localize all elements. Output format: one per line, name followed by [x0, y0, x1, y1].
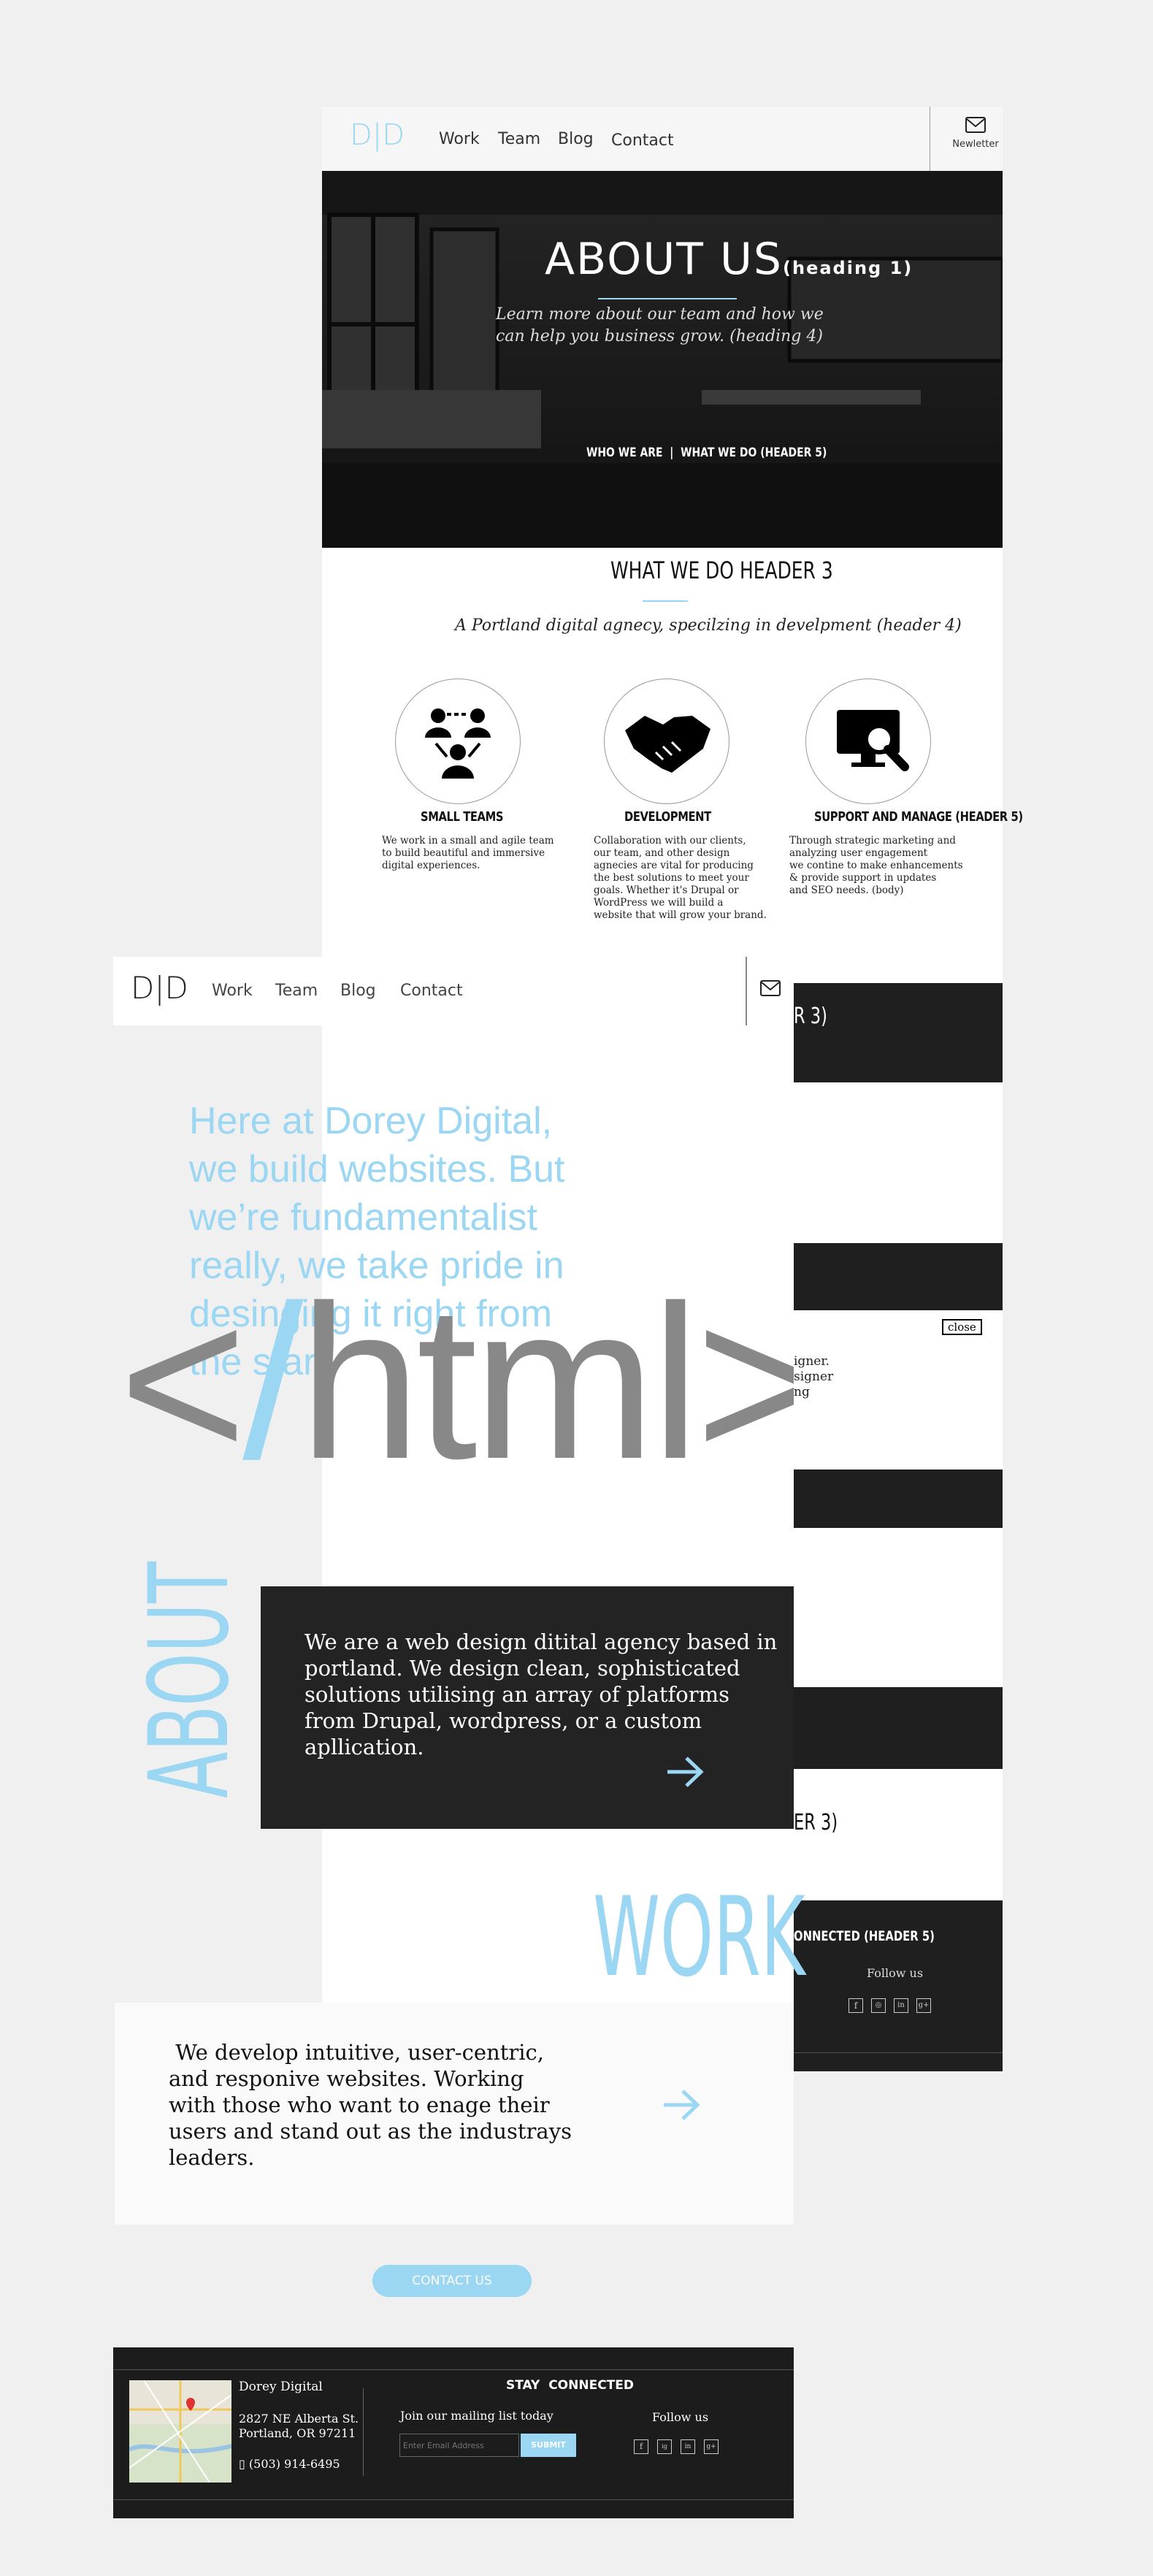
work-card: We develop intuitive, user-centric, and …: [115, 2003, 794, 2225]
back-dark-band-1: [794, 983, 1003, 1082]
front-nav-team[interactable]: Team: [275, 982, 318, 1000]
about-card: We are a web design ditital agency based…: [261, 1586, 794, 1829]
back-footer-divider: [794, 2052, 1003, 2053]
what-we-do-link[interactable]: WHAT WE DO (HEADER 5): [681, 446, 827, 460]
about-text: We are a web design ditital agency based…: [304, 1629, 778, 1759]
hero-banner: ABOUT US(heading 1) Learn more about our…: [322, 171, 1003, 548]
footer-divider: [363, 2388, 364, 2476]
back-social-icons: f ◎ in g+: [849, 1998, 931, 2013]
google-plus-icon[interactable]: g+: [916, 1998, 931, 2013]
front-nav-contact[interactable]: Contact: [400, 982, 463, 1000]
footer-mailing-label: Join our mailing list today: [400, 2409, 553, 2423]
who-we-are-link[interactable]: WHO WE ARE: [586, 446, 663, 460]
service-circle-teams: [395, 679, 521, 804]
front-nav-work[interactable]: Work: [212, 982, 253, 1000]
instagram-icon[interactable]: ig: [657, 2439, 672, 2454]
service-circle-support: [805, 679, 931, 804]
front-footer: Dorey Digital 2827 NE Alberta St. Portla…: [113, 2347, 794, 2518]
hero-underline: [598, 298, 737, 299]
footer-stay-connected: STAY CONNECTED: [506, 2378, 634, 2393]
service-title-support: SUPPORT AND MANAGE (HEADER 5): [814, 809, 1023, 825]
front-nav-blog[interactable]: Blog: [340, 982, 376, 1000]
facebook-icon[interactable]: f: [849, 1998, 863, 2013]
newsletter-label: Newletter: [952, 139, 999, 150]
service-body-support: Through strategic marketing and analyzin…: [789, 835, 963, 896]
front-nav-divider: [746, 957, 747, 1025]
front-logo[interactable]: D|D: [131, 970, 188, 1006]
monitor-search-icon: [837, 710, 909, 771]
front-navbar: D|D Work Team Blog Contact: [113, 957, 794, 1025]
front-newsletter-button[interactable]: [759, 979, 781, 1001]
tag-open: <: [119, 1280, 247, 1505]
service-body-development: Collaboration with our clients, our team…: [594, 835, 767, 921]
service-body-teams: We work in a small and agile team to bui…: [382, 835, 554, 871]
footer-address: 2827 NE Alberta St. Portland, OR 97211: [239, 2412, 359, 2440]
what-we-do-title: WHAT WE DO HEADER 3: [610, 557, 833, 584]
service-title-teams: SMALL TEAMS: [421, 809, 504, 825]
about-label-box: ABOUT: [126, 1562, 253, 1798]
back-footer: ONNECTED (HEADER 5) Follow us f ◎ in g+: [794, 1900, 1003, 2071]
linkedin-icon[interactable]: in: [681, 2439, 695, 2454]
work-text: We develop intuitive, user-centric, and …: [169, 2040, 579, 2170]
back-logo[interactable]: D|D: [350, 118, 405, 152]
back-footer-follow: Follow us: [867, 1966, 924, 1980]
tag-slash: /: [242, 1280, 303, 1505]
html-tag-graphic: </html>: [113, 1280, 794, 1528]
instagram-icon[interactable]: ◎: [871, 1998, 886, 2013]
back-navbar: D|D Work Team Blog Contact Newletter: [322, 107, 1003, 171]
what-we-do-subtitle: A Portland digital agnecy, specilzing in…: [455, 616, 962, 635]
hero-links: WHO WE ARE | WHAT WE DO (HEADER 5): [586, 446, 827, 460]
location-map[interactable]: [129, 2380, 231, 2483]
footer-top-line: [113, 2369, 794, 2370]
footer-social-icons: f ig in g+: [634, 2439, 719, 2454]
footer-phone[interactable]: ▯ (503) 914-6495: [239, 2457, 340, 2471]
close-button[interactable]: close: [942, 1319, 982, 1335]
envelope-icon: [760, 980, 781, 996]
contact-us-label: CONTACT US: [412, 2274, 492, 2288]
link-separator: |: [670, 446, 674, 460]
tag-word: html: [299, 1280, 700, 1505]
back-footer-title: ONNECTED (HEADER 5): [794, 1928, 935, 1944]
email-input[interactable]: [399, 2434, 519, 2457]
handshake-icon: [625, 716, 710, 773]
about-arrow-icon[interactable]: [666, 1756, 704, 1788]
about-label: ABOUT: [126, 1562, 253, 1798]
work-label: WORK: [593, 1874, 805, 2001]
what-we-do-underline: [643, 600, 688, 602]
back-partial-heading-1: R 3): [794, 1004, 827, 1029]
tag-close: >: [695, 1280, 794, 1505]
service-circle-development: [604, 679, 729, 804]
footer-follow-label: Follow us: [652, 2410, 709, 2424]
hero-title: ABOUT US(heading 1): [545, 234, 913, 285]
envelope-icon: [965, 117, 986, 133]
back-nav-blog[interactable]: Blog: [558, 130, 594, 148]
back-nav-team[interactable]: Team: [498, 130, 540, 148]
submit-button[interactable]: SUBMIT: [521, 2434, 576, 2457]
phone-icon: ▯: [239, 2457, 245, 2471]
back-dark-band-2: [794, 1243, 1003, 1310]
office-photo: [322, 171, 1003, 548]
facebook-icon[interactable]: f: [634, 2439, 648, 2454]
back-nav-contact[interactable]: Contact: [611, 131, 674, 150]
back-nav-work[interactable]: Work: [439, 130, 480, 148]
back-partial-heading-2: ER 3): [794, 1810, 838, 1835]
hero-subtitle: Learn more about our team and how we can…: [496, 305, 824, 345]
google-plus-icon[interactable]: g+: [704, 2439, 719, 2454]
team-icon: [425, 708, 491, 779]
footer-company: Dorey Digital: [239, 2380, 323, 2394]
footer-bottom-line: [113, 2499, 794, 2500]
newsletter-button[interactable]: Newletter: [952, 115, 999, 150]
back-dark-band-4: [794, 1687, 1003, 1769]
service-title-development: DEVELOPMENT: [624, 809, 711, 825]
work-arrow-icon[interactable]: [662, 2089, 700, 2121]
back-dark-band-3: [794, 1469, 1003, 1528]
back-partial-text: igner. signer ng: [794, 1354, 834, 1399]
linkedin-icon[interactable]: in: [894, 1998, 908, 2013]
contact-us-button[interactable]: CONTACT US: [372, 2265, 532, 2297]
